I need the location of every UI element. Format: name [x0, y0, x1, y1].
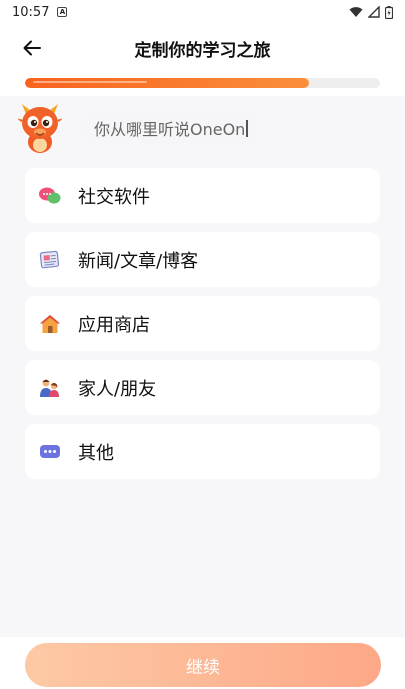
- option-label: 社交软件: [78, 186, 150, 208]
- option-label: 家人/朋友: [78, 378, 157, 400]
- option-label: 新闻/文章/博客: [78, 250, 199, 272]
- house-icon: [39, 313, 61, 335]
- option-label: 应用商店: [78, 314, 150, 336]
- chat-bubbles-icon: [39, 185, 61, 207]
- newspaper-icon: [39, 249, 61, 271]
- option-family-friends[interactable]: 家人/朋友: [25, 360, 380, 415]
- page-title: 定制你的学习之旅: [134, 41, 271, 61]
- status-time: 10:57: [12, 4, 50, 20]
- status-bar: 10:57 A: [0, 0, 405, 24]
- top-bar: 定制你的学习之旅: [0, 24, 405, 72]
- option-app-store[interactable]: 应用商店: [25, 296, 380, 351]
- progress-bar: [25, 78, 380, 88]
- progress-fill: [25, 78, 309, 88]
- text-caret: [246, 119, 248, 137]
- mascot-row: 你从哪里听说OneOn: [0, 96, 405, 164]
- signal-icon: [368, 6, 380, 18]
- options-list: 社交软件 新闻/文章/博客 应用商店 家人/朋友 其他: [25, 168, 380, 488]
- option-news-articles-blogs[interactable]: 新闻/文章/博客: [25, 232, 380, 287]
- progress-section: [0, 72, 405, 96]
- family-icon: [39, 377, 61, 399]
- battery-icon: [385, 5, 393, 19]
- option-social-apps[interactable]: 社交软件: [25, 168, 380, 223]
- status-left: 10:57 A: [12, 4, 68, 20]
- option-other[interactable]: 其他: [25, 424, 380, 479]
- more-bubble-icon: [39, 441, 61, 463]
- wifi-icon: [349, 7, 363, 17]
- option-label: 其他: [78, 442, 114, 464]
- notification-a-icon: A: [57, 7, 68, 17]
- speech-text: 你从哪里听说OneOn: [94, 120, 246, 139]
- speech-bubble: 你从哪里听说OneOn: [80, 108, 262, 148]
- dragon-mascot-icon: [18, 104, 62, 153]
- status-right: [349, 5, 393, 19]
- continue-button[interactable]: 继续: [25, 643, 381, 687]
